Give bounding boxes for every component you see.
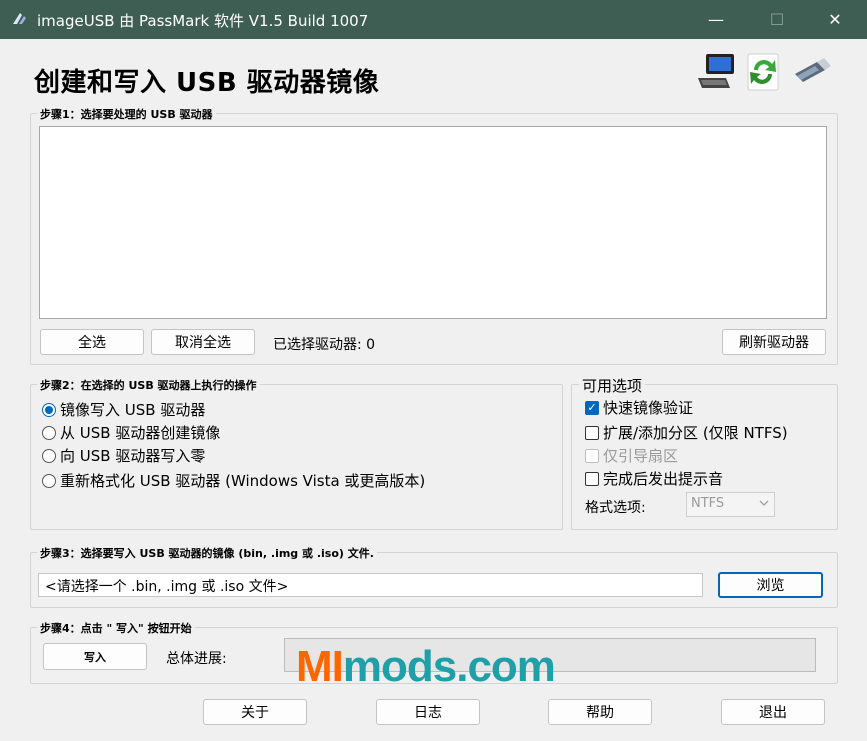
option-label: 快速镜像验证 xyxy=(603,399,694,417)
minimize-icon: — xyxy=(708,10,724,29)
option-label: 完成后发出提示音 xyxy=(603,470,724,488)
image-file-input[interactable]: <请选择一个 .bin, .img 或 .iso 文件> xyxy=(38,573,703,597)
action-label: 镜像写入 USB 驱动器 xyxy=(60,401,206,419)
selected-drives-count: 已选择驱动器: 0 xyxy=(273,337,376,353)
radio-indicator xyxy=(42,402,56,417)
watermark-logo: MImods.com xyxy=(296,642,556,692)
about-button[interactable]: 关于 xyxy=(203,699,307,725)
checkbox-box xyxy=(585,448,599,463)
overall-progress-label: 总体进展: xyxy=(166,651,227,667)
action-create-image-radio[interactable]: 从 USB 驱动器创建镜像 xyxy=(42,422,220,443)
watermark-part1: MI xyxy=(296,642,344,691)
option-label: 扩展/添加分区 (仅限 NTFS) xyxy=(603,424,788,442)
refresh-arrows-icon xyxy=(747,53,779,91)
options-label: 可用选项 xyxy=(579,375,646,396)
app-icon xyxy=(13,13,26,24)
format-select: NTFS xyxy=(686,492,775,517)
minimize-button[interactable]: — xyxy=(687,0,745,39)
maximize-button: ☐ xyxy=(748,0,806,39)
step2-label: 步骤2：在选择的 USB 驱动器上执行的操作 xyxy=(37,377,260,393)
page-title: 创建和写入 USB 驱动器镜像 xyxy=(34,68,380,98)
action-label: 重新格式化 USB 驱动器 (Windows Vista 或更高版本) xyxy=(60,472,426,490)
action-reformat-radio[interactable]: 重新格式化 USB 驱动器 (Windows Vista 或更高版本) xyxy=(42,470,425,491)
extend-partition-checkbox[interactable]: 扩展/添加分区 (仅限 NTFS) xyxy=(585,422,788,443)
step4-label: 步骤4：点击 " 写入" 按钮开始 xyxy=(37,620,195,636)
radio-indicator xyxy=(42,473,56,488)
computer-icon xyxy=(698,54,734,88)
chevron-down-icon xyxy=(759,500,769,506)
quick-verify-checkbox[interactable]: ✓ 快速镜像验证 xyxy=(585,397,693,418)
deselect-all-button[interactable]: 取消全选 xyxy=(151,329,255,355)
option-label: 仅引导扇区 xyxy=(603,447,679,465)
action-label: 从 USB 驱动器创建镜像 xyxy=(60,424,221,442)
boot-sector-only-checkbox: 仅引导扇区 xyxy=(585,445,678,466)
write-button[interactable]: 写入 xyxy=(43,643,147,670)
log-button[interactable]: 日志 xyxy=(376,699,480,725)
check-icon: ✓ xyxy=(585,400,599,415)
close-icon: ✕ xyxy=(828,10,842,29)
select-all-button[interactable]: 全选 xyxy=(40,329,144,355)
action-label: 向 USB 驱动器写入零 xyxy=(60,447,206,465)
help-button[interactable]: 帮助 xyxy=(548,699,652,725)
action-zero-drive-radio[interactable]: 向 USB 驱动器写入零 xyxy=(42,445,205,466)
browse-button[interactable]: 浏览 xyxy=(718,572,823,598)
refresh-drives-button[interactable]: 刷新驱动器 xyxy=(722,329,826,355)
window-title: imageUSB 由 PassMark 软件 V1.5 Build 1007 xyxy=(37,12,369,30)
step3-label: 步骤3：选择要写入 USB 驱动器的镜像 (bin, .img 或 .iso) … xyxy=(37,545,377,561)
title-bar: imageUSB 由 PassMark 软件 V1.5 Build 1007 —… xyxy=(0,0,867,39)
radio-indicator xyxy=(42,425,56,440)
checkbox-box xyxy=(585,471,599,486)
exit-button[interactable]: 退出 xyxy=(721,699,825,725)
format-options-label: 格式选项: xyxy=(585,500,646,516)
usb-drive-icon xyxy=(795,58,831,82)
header-icons xyxy=(696,50,836,94)
beep-on-complete-checkbox[interactable]: 完成后发出提示音 xyxy=(585,468,723,489)
checkbox-box xyxy=(585,425,599,440)
step1-label: 步骤1：选择要处理的 USB 驱动器 xyxy=(37,106,216,122)
watermark-part2: mods.com xyxy=(342,642,556,691)
maximize-icon: ☐ xyxy=(769,10,785,29)
close-button[interactable]: ✕ xyxy=(806,0,864,39)
action-write-image-radio[interactable]: 镜像写入 USB 驱动器 xyxy=(42,399,205,420)
usb-drive-list[interactable] xyxy=(39,126,827,319)
radio-indicator xyxy=(42,448,56,463)
format-select-value: NTFS xyxy=(691,496,725,511)
